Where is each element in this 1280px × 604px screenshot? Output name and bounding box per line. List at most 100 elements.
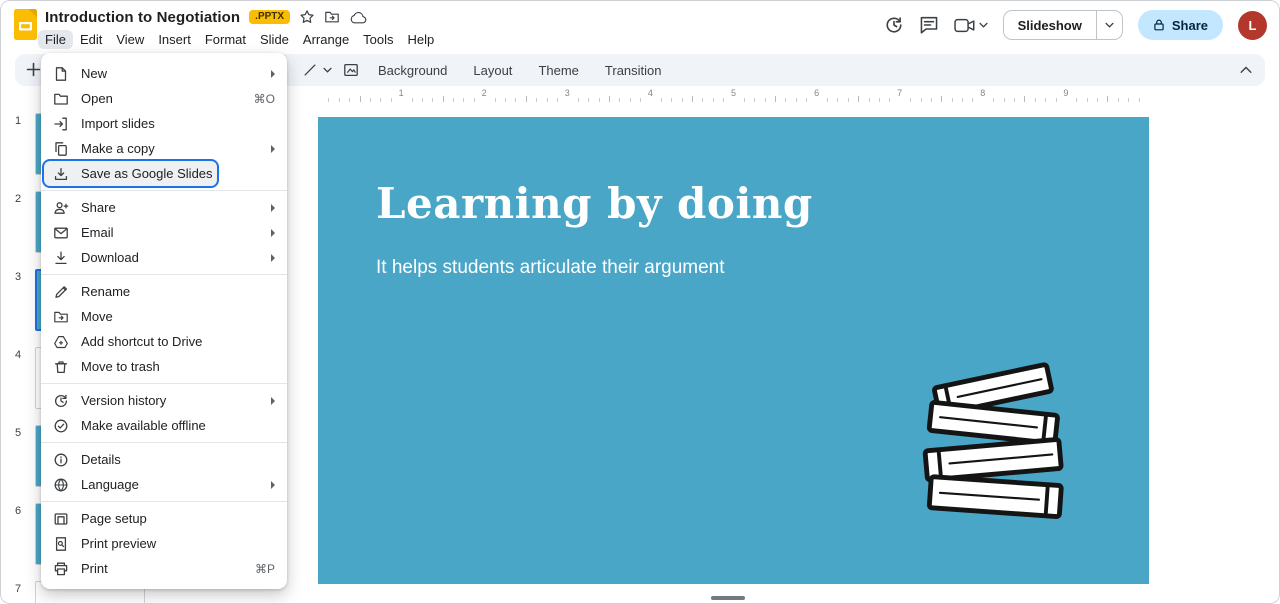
menubar-item-insert[interactable]: Insert <box>151 30 198 49</box>
menubar-item-slide[interactable]: Slide <box>253 30 296 49</box>
menu-divider <box>41 274 287 275</box>
line-tool-button[interactable] <box>303 63 317 77</box>
save-icon <box>53 166 69 182</box>
menubar-item-view[interactable]: View <box>109 30 151 49</box>
ruler-number: 5 <box>726 88 742 98</box>
page-setup-icon <box>53 511 69 527</box>
file-menu-item-language[interactable]: Language <box>41 472 287 497</box>
ruler-tick <box>952 98 953 102</box>
cloud-status-icon[interactable] <box>349 10 368 25</box>
copy-icon <box>53 141 69 157</box>
submenu-arrow-icon <box>271 229 275 237</box>
toolbar-button-transition[interactable]: Transition <box>594 58 673 83</box>
ruler-tick <box>588 98 589 102</box>
file-menu-item-share[interactable]: Share <box>41 195 287 220</box>
toolbar-button-theme[interactable]: Theme <box>527 58 589 83</box>
slideshow-button[interactable]: Slideshow <box>1004 11 1096 39</box>
join-call-button[interactable] <box>954 18 988 33</box>
menubar-item-help[interactable]: Help <box>401 30 442 49</box>
menubar-item-file[interactable]: File <box>38 30 73 49</box>
ruler-tick <box>391 98 392 102</box>
menubar-item-arrange[interactable]: Arrange <box>296 30 356 49</box>
file-menu-item-save-as-google-slides[interactable]: Save as Google Slides <box>44 161 217 186</box>
ruler-number: 7 <box>892 88 908 98</box>
ruler-tick <box>869 98 870 102</box>
ruler-tick <box>837 98 838 102</box>
file-menu-item-rename[interactable]: Rename <box>41 279 287 304</box>
ruler-tick <box>785 98 786 102</box>
file-menu-item-make-available-offline[interactable]: Make available offline <box>41 413 287 438</box>
slide-canvas-page[interactable]: Learning by doing It helps students arti… <box>318 117 1149 584</box>
ruler-tick <box>723 98 724 102</box>
toolbar-button-background[interactable]: Background <box>367 58 458 83</box>
slideshow-options-button[interactable] <box>1096 11 1122 39</box>
file-menu-item-email[interactable]: Email <box>41 220 287 245</box>
file-menu-item-add-shortcut-to-drive[interactable]: Add shortcut to Drive <box>41 329 287 354</box>
slide-subtitle[interactable]: It helps students articulate their argum… <box>376 257 725 279</box>
file-menu-item-label: Download <box>81 250 139 265</box>
version-history-button[interactable] <box>884 15 904 35</box>
history-icon <box>53 393 69 409</box>
new-slide-button[interactable] <box>25 61 42 78</box>
books-image[interactable] <box>901 353 1099 533</box>
insert-image-button[interactable] <box>343 62 359 78</box>
file-menu-item-make-a-copy[interactable]: Make a copy <box>41 136 287 161</box>
ruler-tick <box>1107 96 1108 102</box>
file-menu-item-new[interactable]: New <box>41 61 287 86</box>
ruler: 123456789 <box>161 87 1271 103</box>
file-menu-item-open[interactable]: Open⌘O <box>41 86 287 111</box>
caret-down-icon <box>979 22 988 28</box>
keyboard-shortcut: ⌘P <box>255 562 275 576</box>
file-menu-item-move[interactable]: Move <box>41 304 287 329</box>
canvas: Learning by doing It helps students arti… <box>161 105 1279 603</box>
horizontal-scrollbar[interactable] <box>711 596 745 600</box>
file-menu-item-version-history[interactable]: Version history <box>41 388 287 413</box>
rename-icon <box>53 284 69 300</box>
comments-button[interactable] <box>919 15 939 35</box>
ruler-tick <box>557 98 558 102</box>
file-menu-item-details[interactable]: Details <box>41 447 287 472</box>
document-title[interactable]: Introduction to Negotiation <box>45 9 240 26</box>
file-menu-item-label: Move <box>81 309 113 324</box>
ruler-tick <box>495 98 496 102</box>
download-icon <box>53 250 69 266</box>
ruler-tick <box>515 98 516 102</box>
file-menu-item-page-setup[interactable]: Page setup <box>41 506 287 531</box>
file-menu-item-import-slides[interactable]: Import slides <box>41 111 287 136</box>
submenu-arrow-icon <box>271 254 275 262</box>
ruler-tick <box>962 98 963 102</box>
menubar-item-edit[interactable]: Edit <box>73 30 109 49</box>
ruler-tick <box>889 98 890 102</box>
slide-title[interactable]: Learning by doing <box>376 179 813 228</box>
toolbar-button-layout[interactable]: Layout <box>462 58 523 83</box>
file-menu-item-print-preview[interactable]: Print preview <box>41 531 287 556</box>
caret-down-icon <box>1105 22 1114 28</box>
ruler-tick <box>661 98 662 102</box>
file-menu-item-print[interactable]: Print⌘P <box>41 556 287 581</box>
slides-logo-icon[interactable] <box>14 9 37 40</box>
menubar-item-format[interactable]: Format <box>198 30 253 49</box>
star-icon[interactable] <box>299 9 315 25</box>
ruler-tick <box>744 98 745 102</box>
menu-divider <box>41 383 287 384</box>
ruler-tick <box>578 98 579 102</box>
ruler-tick <box>702 98 703 102</box>
ruler-number: 1 <box>393 88 409 98</box>
file-menu-item-download[interactable]: Download <box>41 245 287 270</box>
share-button[interactable]: Share <box>1138 10 1223 40</box>
line-tool-caret[interactable] <box>323 67 332 73</box>
slide-number: 5 <box>9 427 27 439</box>
file-menu-item-move-to-trash[interactable]: Move to trash <box>41 354 287 379</box>
ruler-number: 6 <box>809 88 825 98</box>
file-menu-item-label: Move to trash <box>81 359 160 374</box>
ruler-tick <box>1087 98 1088 102</box>
globe-icon <box>53 477 69 493</box>
move-folder-icon[interactable] <box>324 9 340 25</box>
pptx-badge: .PPTX <box>249 10 290 24</box>
keyboard-shortcut: ⌘O <box>254 92 275 106</box>
ruler-tick <box>993 98 994 102</box>
collapse-toolbar-button[interactable] <box>1240 66 1252 74</box>
import-icon <box>53 116 69 132</box>
avatar[interactable]: L <box>1238 11 1267 40</box>
menubar-item-tools[interactable]: Tools <box>356 30 400 49</box>
